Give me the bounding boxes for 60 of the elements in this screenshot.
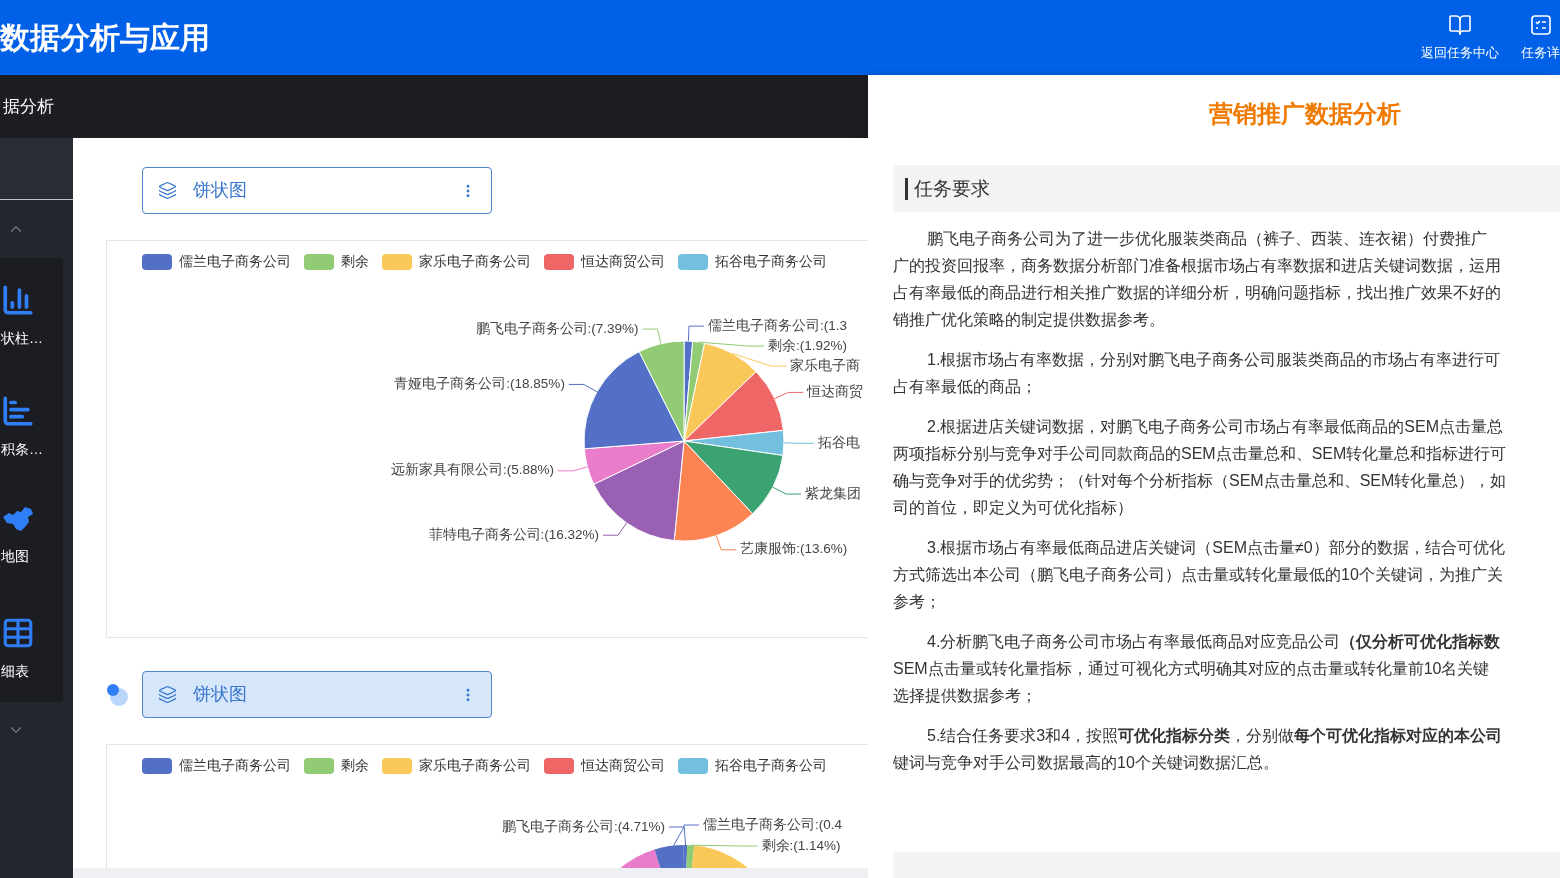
leader-line bbox=[732, 352, 787, 367]
slice-label: 儒兰电子商务公司:(0.4 bbox=[703, 816, 842, 832]
slice-label: 恒达商贸 bbox=[807, 383, 864, 399]
header-action-button[interactable]: 返回任务中心 bbox=[1421, 12, 1499, 63]
legend-label: 儒兰电子商务公司 bbox=[179, 756, 291, 776]
leader-line bbox=[715, 534, 737, 551]
bar-chart-icon bbox=[1, 283, 35, 317]
sidebar-item[interactable]: 地图 bbox=[0, 480, 63, 591]
slice-label: 艺康服饰:(13.6%) bbox=[740, 541, 848, 557]
legend-label: 恒达商贸公司 bbox=[581, 756, 665, 776]
sidebar-item[interactable]: 细表 bbox=[0, 591, 63, 702]
layers-icon bbox=[158, 685, 177, 704]
slice-label: 青娅电子商务公司:(18.85%) bbox=[394, 375, 565, 391]
slice-label: 儒兰电子商务公司:(1.3 bbox=[708, 317, 848, 333]
legend-label: 拓谷电子商务公司 bbox=[715, 756, 827, 776]
leader-line bbox=[568, 383, 598, 393]
task-paragraph: 鹏飞电子商务公司为了进一步优化服装类商品（裤子、西装、连衣裙）付费推广 广的投资回报率，商务数据分析部门准备根据市场占有率数据和进店关键词数据，运用 占有率最低的商品进行相关推广数据的详细分析，明确问题指标，找出推广效果不好的 销推广优化策略的制定提供数据参考。 bbox=[893, 229, 1502, 330]
sidebar-item[interactable]: 状柱… bbox=[0, 258, 63, 369]
slice-label: 菲特电子商务公司:(16.32%) bbox=[428, 526, 600, 542]
horizontal-bar-chart-icon bbox=[1, 394, 35, 428]
layers-icon bbox=[158, 181, 177, 200]
book-icon bbox=[1448, 12, 1472, 37]
leader-line bbox=[774, 391, 804, 400]
leader-line bbox=[668, 826, 685, 846]
legend-label: 儒兰电子商务公司 bbox=[179, 252, 291, 272]
leader-line bbox=[783, 442, 815, 444]
section-heading: 任务要求 bbox=[905, 177, 990, 200]
panel-title: 营销推广数据分析 bbox=[1209, 99, 1401, 129]
legend-label: 剩余 bbox=[341, 756, 369, 776]
legend-label: 恒达商贸公司 bbox=[581, 252, 665, 272]
app-title: 数据分析与应用 bbox=[0, 20, 210, 56]
task-paragraph: 4.分析鹏飞电子商务公司市场占有率最低商品对应竞品公司（仅分析可优化指标数 SEM点击量或转化量指标，通过可视化方式明确其对应的点击量或转化量前10名关键 选择提供数据参考； bbox=[893, 632, 1502, 706]
leader-line bbox=[557, 466, 588, 472]
slice-label: 拓谷电 bbox=[818, 434, 860, 450]
table-icon bbox=[1, 616, 35, 650]
legend-label: 家乐电子商务公司 bbox=[419, 252, 531, 272]
leader-line bbox=[642, 328, 662, 344]
leader-line bbox=[772, 486, 802, 495]
slice-label: 紫龙集团 bbox=[805, 485, 861, 501]
legend-label: 家乐电子商务公司 bbox=[419, 756, 531, 776]
slice-label: 鹏飞电子商务公司:(4.71%) bbox=[501, 818, 665, 834]
horizontal-scrollbar[interactable] bbox=[73, 868, 868, 878]
task-paragraph: 5.结合任务要求3和4，按照可优化指标分类，分别做每个可优化指标对应的本公司 键词与竞争对手公司数据最高的10个关键词数据汇总。 bbox=[893, 726, 1504, 773]
slice-label: 远新家具有限公司:(5.88%) bbox=[390, 462, 554, 478]
legend-label: 拓谷电子商务公司 bbox=[715, 252, 827, 272]
page-title: 据分析 bbox=[3, 95, 54, 118]
sidebar-item[interactable]: 积条… bbox=[0, 369, 63, 480]
leader-line bbox=[602, 522, 628, 536]
legend-label: 剩余 bbox=[341, 252, 369, 272]
slice-label: 剩余:(1.92%) bbox=[767, 337, 847, 353]
task-paragraph: 1.根据市场占有率数据，分别对鹏飞电子商务公司服装类商品的市场占有率进行可 占有率最低的商品； bbox=[893, 350, 1502, 397]
slice-label: 家乐电子商 bbox=[790, 357, 861, 373]
slice-label: 鹏飞电子商务公司:(7.39%) bbox=[475, 320, 639, 336]
header-action-button[interactable]: 任务详 bbox=[1521, 12, 1560, 63]
chart-type-selector[interactable]: 饼状图 bbox=[142, 167, 492, 214]
task-paragraph: 2.根据进店关键词数据，对鹏飞电子商务公司市场占有率最低商品的SEM点击量总 两项指标分别与竞争对手公司同款商品的SEM点击量总和、SEM转化量总和指标进行可 确与竞争对手的优劣势；（针对每个分析指标（SEM点击量总和、SEM转化量总），如 司的首位，即定义为可优化指标） bbox=[893, 417, 1508, 518]
task-paragraph: 3.根据市场占有率最低商品进店关键词（SEM点击量≠0）部分的数据，结合可优化 方式筛选出本公司（鹏飞电子商务公司）点击量或转化量最低的10个关键词，为推广关 参考； bbox=[893, 538, 1506, 612]
chart-type-selector[interactable]: 饼状图 bbox=[142, 671, 492, 718]
checklist-icon bbox=[1528, 12, 1553, 37]
slice-label: 剩余:(1.14%) bbox=[761, 837, 841, 853]
